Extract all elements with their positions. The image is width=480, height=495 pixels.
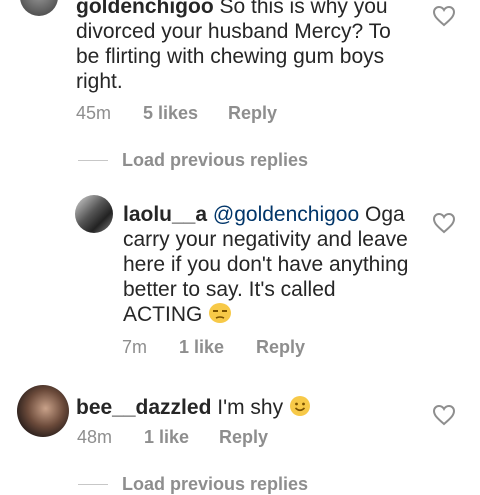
- comment-text-line: So this is why you: [219, 0, 388, 18]
- reply-text-line: here if you don't have anything: [123, 253, 409, 276]
- avatar[interactable]: [17, 385, 69, 437]
- likes-count[interactable]: 5 likes: [143, 103, 223, 124]
- reply-username[interactable]: laolu__a: [123, 203, 207, 226]
- comment-username[interactable]: bee__dazzled: [76, 396, 211, 419]
- timestamp: 45m: [76, 103, 112, 123]
- unamused-face-icon: [209, 303, 232, 323]
- avatar[interactable]: [20, 0, 58, 16]
- comment-meta: 45m 5 likes Reply: [76, 103, 277, 124]
- comment-text: goldenchigoo So this is why you divorced…: [76, 0, 436, 94]
- reply-text-line: carry your negativity and leave: [123, 228, 408, 251]
- mention-link[interactable]: @goldenchigoo: [213, 203, 359, 226]
- reply-text-line: Oga: [365, 203, 405, 226]
- timestamp: 48m: [77, 427, 113, 447]
- likes-count[interactable]: 1 like: [144, 427, 214, 448]
- heart-icon[interactable]: [432, 404, 456, 426]
- reply-meta: 7m 1 like Reply: [122, 337, 305, 358]
- comment-username[interactable]: goldenchigoo: [76, 0, 214, 18]
- reply-text: laolu__a @goldenchigoo Oga carry your ne…: [123, 202, 423, 327]
- reply-button[interactable]: Reply: [228, 103, 277, 124]
- divider-line: [78, 160, 108, 161]
- reply-text-line: ACTING: [123, 303, 203, 326]
- smiling-face-icon: [289, 396, 310, 416]
- comment-meta: 48m 1 like Reply: [77, 427, 268, 448]
- divider-line: [78, 484, 108, 485]
- comment-text-line: right.: [76, 70, 123, 93]
- reply-button[interactable]: Reply: [256, 337, 305, 358]
- heart-icon[interactable]: [432, 212, 456, 234]
- reply-text-line: better to say. It's called: [123, 278, 336, 301]
- comment-text-line: divorced your husband Mercy? To: [76, 20, 391, 43]
- avatar[interactable]: [75, 195, 113, 233]
- load-previous-replies[interactable]: Load previous replies: [122, 474, 308, 495]
- load-previous-replies[interactable]: Load previous replies: [122, 150, 308, 171]
- comment-body: I'm shy: [217, 396, 284, 419]
- reply-button[interactable]: Reply: [219, 427, 268, 448]
- comment-text: bee__dazzled I'm shy: [76, 395, 416, 420]
- comment-text-line: be flirting with chewing gum boys: [76, 45, 385, 68]
- timestamp: 7m: [122, 337, 148, 357]
- likes-count[interactable]: 1 like: [179, 337, 251, 358]
- heart-icon[interactable]: [432, 5, 456, 27]
